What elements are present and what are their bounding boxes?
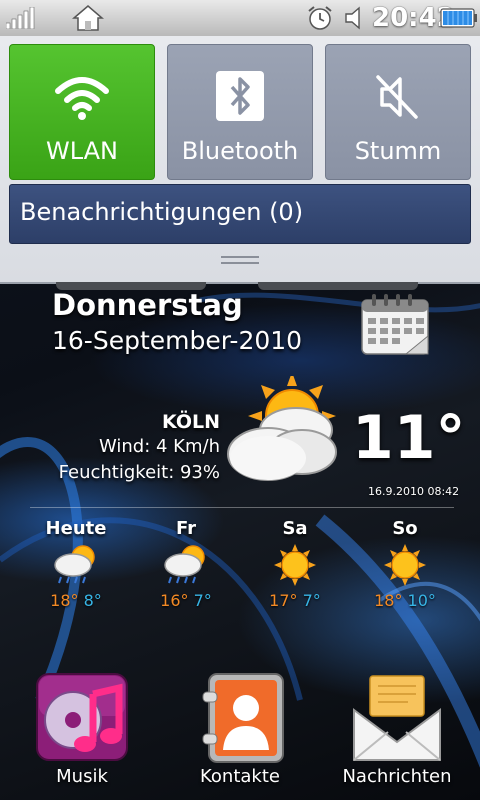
bluetooth-label: Bluetooth	[181, 137, 299, 165]
app-nachrichten[interactable]: Nachrichten	[332, 672, 462, 787]
forecast-day-label: So	[392, 518, 418, 539]
weather-updated: 16.9.2010 08:42	[368, 485, 460, 498]
partly-cloudy-icon[interactable]	[222, 376, 352, 488]
battery-icon	[440, 8, 477, 28]
date-label: 16-September-2010	[52, 326, 303, 355]
forecast-high: 18°	[374, 591, 403, 610]
forecast-day-so[interactable]: So 18° 10°	[365, 518, 445, 610]
forecast-day-fr[interactable]: Fr 16° 7°	[146, 518, 226, 610]
notification-panel: WLAN Bluetooth Stumm Benachrichtigungen …	[0, 36, 480, 284]
app-kontakte[interactable]: Kontakte	[175, 672, 305, 787]
weather-divider	[30, 507, 454, 508]
home-icon[interactable]	[72, 4, 104, 32]
forecast-day-label: Sa	[282, 518, 308, 539]
forecast-day-label: Fr	[175, 518, 197, 539]
app-musik[interactable]: Musik	[17, 672, 147, 787]
weather-city: KÖLN	[161, 411, 220, 433]
forecast-low: 7°	[302, 591, 321, 610]
wifi-icon	[55, 77, 109, 120]
weather-humidity: Feuchtigkeit: 93%	[58, 462, 220, 483]
current-temperature: 11°	[352, 403, 466, 473]
app-label: Nachrichten	[342, 766, 452, 787]
rain-sun-icon	[164, 545, 205, 584]
weather-wind: Wind: 4 Km/h	[98, 436, 220, 457]
notifications-bar[interactable]: Benachrichtigungen (0)	[9, 184, 471, 244]
wlan-toggle[interactable]: WLAN	[9, 44, 155, 180]
mute-toggle[interactable]: Stumm	[325, 44, 471, 180]
forecast-day-heute[interactable]: Heute 18° 8°	[36, 518, 116, 610]
rain-sun-icon	[54, 545, 95, 584]
app-label: Musik	[56, 766, 108, 787]
bluetooth-toggle[interactable]: Bluetooth	[167, 44, 313, 180]
sun-icon	[384, 544, 426, 586]
mute-label: Stumm	[354, 137, 442, 165]
status-bar[interactable]: 20:42	[0, 0, 480, 37]
contacts-icon	[202, 673, 284, 763]
sun-icon	[274, 544, 316, 586]
signal-icon	[6, 7, 35, 29]
forecast-high: 18°	[50, 591, 79, 610]
forecast-low: 8°	[83, 591, 102, 610]
app-label: Kontakte	[200, 766, 280, 787]
forecast-day-sa[interactable]: Sa 17° 7°	[255, 518, 335, 610]
weekday-label: Donnerstag	[52, 288, 243, 322]
alarm-icon	[308, 6, 332, 30]
calendar-icon[interactable]	[360, 294, 430, 356]
wlan-label: WLAN	[45, 137, 119, 165]
forecast-low: 10°	[407, 591, 436, 610]
bluetooth-icon	[216, 71, 264, 121]
widget-tab-right	[258, 282, 418, 290]
mute-icon	[376, 75, 418, 119]
forecast-high: 16°	[160, 591, 189, 610]
forecast-low: 7°	[193, 591, 212, 610]
forecast-day-label: Heute	[45, 518, 107, 539]
forecast-high: 17°	[269, 591, 298, 610]
messages-icon	[353, 675, 441, 761]
panel-drag-handle[interactable]	[221, 256, 259, 266]
notifications-label: Benachrichtigungen (0)	[20, 198, 304, 226]
sound-icon	[345, 6, 360, 30]
music-icon	[36, 673, 128, 761]
